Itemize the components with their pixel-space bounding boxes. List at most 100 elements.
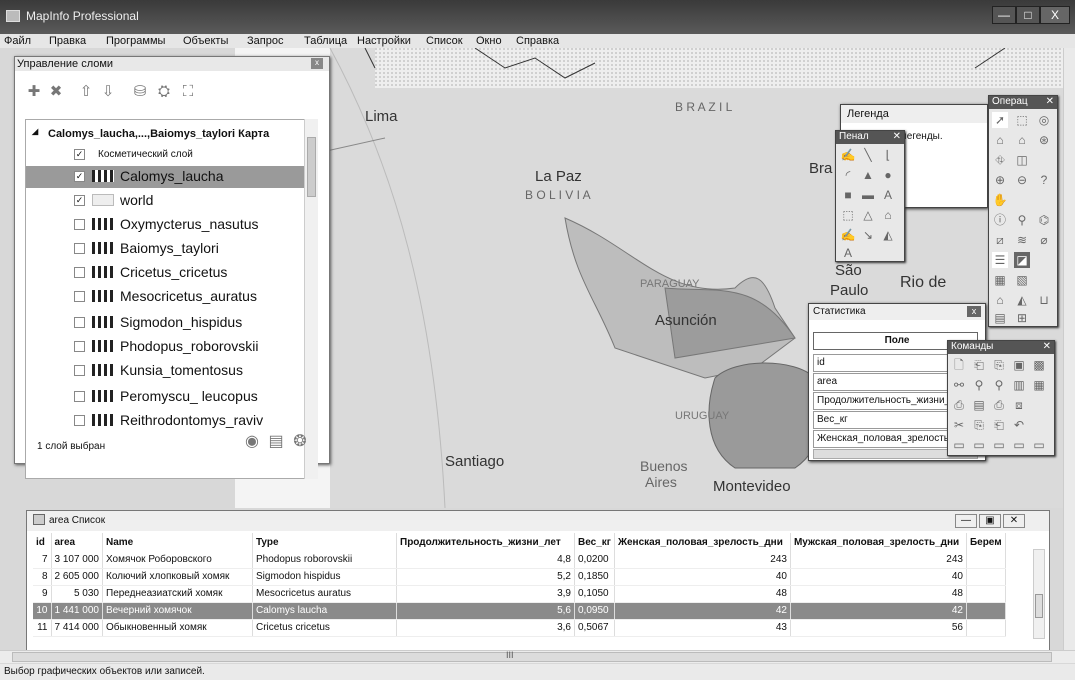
label-icon[interactable]: ⚲ [1014,212,1030,228]
region-style-icon[interactable]: ◭ [880,227,896,243]
boundary-select-icon[interactable]: ⌂ [1014,132,1030,148]
table-cell[interactable]: 3,6 [396,619,575,637]
table-cell[interactable]: 10 [33,602,52,620]
layer-tree-scrollbar[interactable] [304,119,318,479]
table-cell[interactable]: 40 [614,568,791,586]
add-node-icon[interactable]: ⌂ [880,207,896,223]
hotlink-icon[interactable]: ⌂ [992,292,1008,308]
table-cell[interactable]: Хомячок Роборовского [102,551,253,569]
table-cell[interactable]: 42 [790,602,967,620]
collapse-arrow-icon[interactable]: ◢ [32,127,38,136]
map-tree-node[interactable]: ◢ Calomys_laucha,...,Baiomys_taylori Кар… [26,124,306,146]
menu-query[interactable]: Запрос [247,35,283,47]
layer-options-icon[interactable]: ◉ [243,433,261,451]
table-cell[interactable]: Mesocricetus auratus [252,585,397,603]
table-row[interactable]: 73 107 000 Хомячок Роборовского Phodopus r… [33,551,1006,569]
table-cell[interactable]: 48 [614,585,791,603]
help-icon[interactable]: ▭ [951,437,967,453]
rectangle-icon[interactable]: ■ [840,187,856,203]
layer-visibility-checkbox[interactable] [74,365,85,376]
maximize-button[interactable]: □ [1016,6,1040,24]
table-cell[interactable]: 3 107 000 [51,551,103,569]
export-icon[interactable]: ⧈ [1011,397,1027,413]
symbol-icon[interactable]: ✍ [840,147,856,163]
table-cell[interactable]: 243 [790,551,967,569]
layer-control-close-icon[interactable]: x [311,58,323,69]
layer-properties-icon[interactable]: ⛁ [131,83,149,101]
thematic-icon[interactable]: ◭ [1014,292,1030,308]
unselect-icon[interactable]: ◫ [1014,152,1030,168]
menu-file[interactable]: Файл [4,35,31,47]
invert-selection-icon[interactable]: ⊛ [1036,132,1052,148]
find-icon[interactable]: ⚲ [971,377,987,393]
browser-close-button[interactable]: ✕ [1003,514,1025,528]
layer-visibility-checkbox[interactable] [74,219,85,230]
layer-item[interactable]: Reithrodontomys_raviv [26,410,306,432]
commands-palette[interactable]: Команды ✕ 🗋 ⎗ ⎘ ▣ ▩ ⚯ ⚲ ⚲ ▥ ▦ ⎙ ▤ ⎙ ⧈ ✂ ⎘… [947,340,1055,456]
drag-window-icon[interactable]: ⌬ [1036,212,1052,228]
layer-item[interactable]: Kunsia_tomentosus [26,360,306,382]
layer-label-icon[interactable]: ⛶ [179,83,197,101]
browser-minimize-button[interactable]: — [955,514,977,528]
ellipse-icon[interactable]: ● [880,167,896,183]
layer-item[interactable]: Sigmodon_hispidus [26,312,306,334]
column-header[interactable]: Продолжительность_жизни_лет [396,533,575,551]
reshape-tool-icon[interactable]: ⌀ [1036,232,1052,248]
table-cell[interactable]: 0,5067 [574,619,615,637]
layer-item[interactable]: Cricetus_cricetus [26,262,306,284]
table-cell[interactable]: 0,1850 [574,568,615,586]
layer-visibility-checkbox[interactable] [74,391,85,402]
operations-close-icon[interactable]: ✕ [1046,96,1054,107]
new-browser-icon[interactable]: ⎙ [951,397,967,413]
table-cell[interactable]: 40 [790,568,967,586]
table-cell[interactable]: 43 [614,619,791,637]
menu-objects[interactable]: Объекты [183,35,228,47]
menu-window[interactable]: Окно [476,35,502,47]
column-header[interactable]: Мужская_половая_зрелость_дни [790,533,967,551]
polygon-select-icon[interactable]: ⌂ [992,132,1008,148]
column-header[interactable]: Name [102,533,253,551]
menu-edit[interactable]: Правка [49,35,86,47]
column-header[interactable]: Type [252,533,397,551]
query-icon[interactable]: ⚲ [991,377,1007,393]
table-cell[interactable]: 243 [614,551,791,569]
close-button[interactable]: X [1040,6,1070,24]
menu-help[interactable]: Справка [516,35,559,47]
graph-select-icon[interactable]: ⛗ [992,152,1008,168]
column-header[interactable]: Вес_кг [574,533,615,551]
line-icon[interactable]: ╲ [860,147,876,163]
table-cell[interactable]: 7 [33,551,52,569]
table-cell[interactable]: 56 [790,619,967,637]
table-cell[interactable]: 8 [33,568,52,586]
map-info-icon[interactable]: ⊞ [1014,310,1030,326]
paste-icon[interactable]: ⎗ [991,417,1007,433]
column-header[interactable]: Берем [966,533,1006,551]
browser-vscroll[interactable] [1033,549,1045,639]
set-clip-icon[interactable]: ▧ [1014,272,1030,288]
column-header[interactable]: id [33,533,52,551]
commands-close-icon[interactable]: ✕ [1043,341,1051,352]
graph-icon[interactable]: ▥ [1011,377,1027,393]
layer-visibility-checkbox[interactable] [74,317,85,328]
add-layer-icon[interactable]: ✚ [25,83,43,101]
frame-icon[interactable]: ⬚ [840,207,856,223]
table-cell[interactable]: Cricetus cricetus [252,619,397,637]
menu-list[interactable]: Список [426,35,463,47]
info-icon[interactable]: ⓘ [992,212,1008,228]
open-table-icon[interactable]: ⎗ [971,357,987,373]
menu-programs[interactable]: Программы [106,35,165,47]
print-icon[interactable]: ⎙ [991,397,1007,413]
table-cell[interactable]: Колючий хлопковый хомяк [102,568,253,586]
table-cell[interactable]: Переднеазиатский хомяк [102,585,253,603]
table-cell[interactable]: Вечерний хомячок [102,602,253,620]
legend-icon[interactable]: ☰ [992,252,1008,268]
layer-item[interactable]: Mesocricetus_auratus [26,286,306,308]
open-workspace-icon[interactable]: ⎘ [991,357,1007,373]
layer-visibility-checkbox[interactable]: ✓ [74,149,85,160]
table-cell[interactable]: 42 [614,602,791,620]
scalebar-icon[interactable]: ⊔ [1036,292,1052,308]
browser-restore-button[interactable]: ▣ [979,514,1001,528]
table-cell[interactable] [966,551,1006,569]
browser-scroll-thumb[interactable] [1035,594,1043,618]
table-cell[interactable]: 11 [33,619,52,637]
